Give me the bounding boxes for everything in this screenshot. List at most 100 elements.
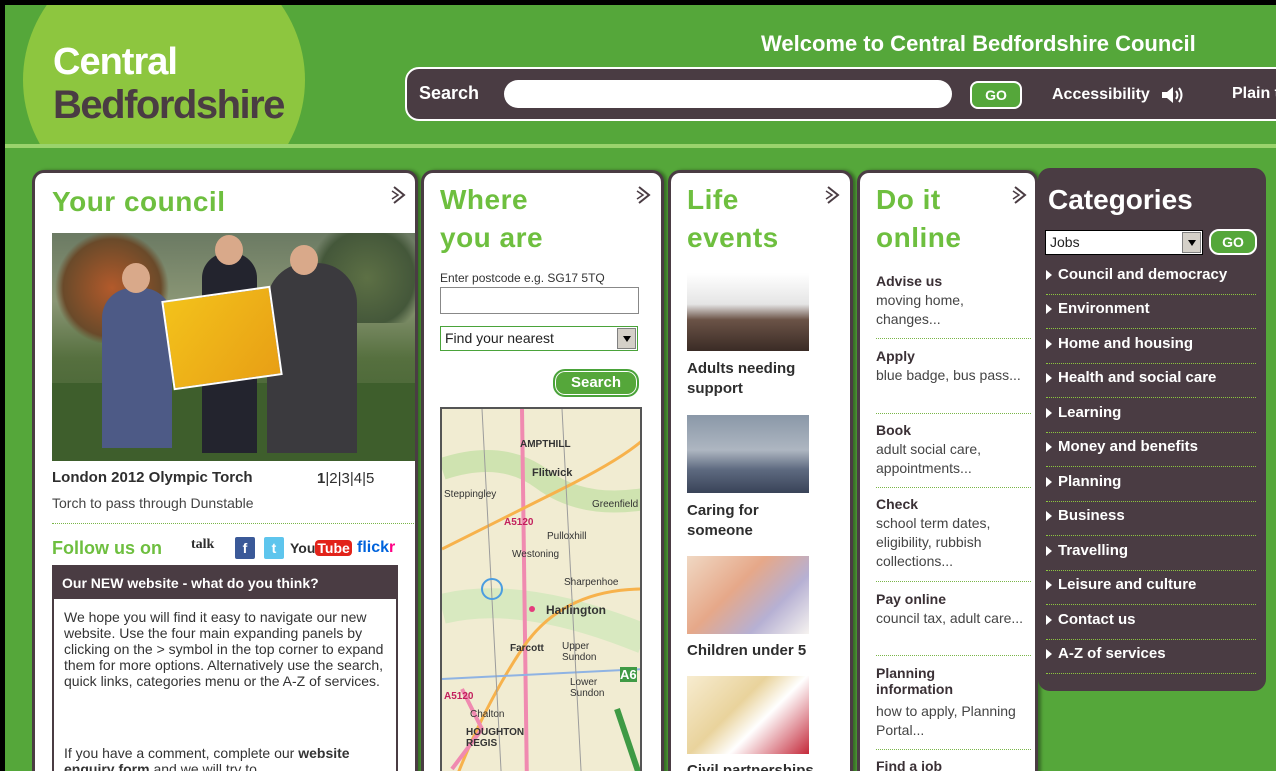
- category-a-z-of-services[interactable]: A-Z of services: [1046, 639, 1256, 674]
- caring-photo[interactable]: [687, 415, 809, 493]
- talk-icon[interactable]: talk: [191, 537, 214, 559]
- slide-pagination: 1|2|3|4|5: [317, 470, 375, 487]
- youtube-icon[interactable]: You Tube: [290, 537, 352, 559]
- panel-title-life-line2[interactable]: events: [687, 219, 779, 257]
- slide-page-5[interactable]: 5: [366, 470, 374, 487]
- panel-title-do-line2[interactable]: online: [876, 219, 961, 257]
- slide-title[interactable]: London 2012 Olympic Torch: [52, 469, 253, 486]
- panel-title-do-line1[interactable]: Do it: [876, 181, 941, 219]
- categories-panel: Categories Jobs GO Council and democracy…: [1038, 168, 1266, 691]
- youtube-tube: Tube: [315, 540, 352, 556]
- map-label: Westoning: [512, 549, 560, 560]
- do-item-advise-head[interactable]: Advise us: [876, 273, 942, 289]
- do-item-book-text: adult social care, appointments...: [876, 441, 982, 476]
- life-event-civil[interactable]: Civil partnerships: [687, 761, 814, 771]
- feedback-text: We hope you will find it easy to navigat…: [64, 609, 384, 689]
- do-item-planning-head[interactable]: Planning information: [876, 665, 986, 697]
- find-nearest-value: Find your nearest: [445, 330, 554, 346]
- logo-text-bedfordshire[interactable]: Bedfordshire: [53, 83, 285, 128]
- category-council-and-democracy[interactable]: Council and democracy: [1046, 260, 1256, 295]
- feedback-heading: Our NEW website - what do you think?: [54, 567, 396, 599]
- browser-viewport: Central Bedfordshire Welcome to Central …: [0, 0, 1276, 771]
- feedback-text-2a: If you have a comment, complete our: [64, 745, 299, 761]
- life-event-adults[interactable]: Adults needing support: [687, 359, 850, 399]
- panel-title-your-council[interactable]: Your council: [52, 183, 226, 221]
- arrow-right-icon: [1046, 339, 1052, 350]
- category-label: Leisure and culture: [1058, 576, 1197, 593]
- do-item-book-head[interactable]: Book: [876, 422, 911, 438]
- category-label: Business: [1058, 507, 1125, 524]
- category-travelling[interactable]: Travelling: [1046, 536, 1256, 571]
- divider: [876, 749, 1031, 750]
- category-label: Environment: [1058, 300, 1150, 317]
- find-nearest-select[interactable]: Find your nearest: [440, 326, 638, 351]
- expand-chevron-icon[interactable]: [391, 185, 407, 205]
- slide-page-4[interactable]: 4: [354, 470, 362, 487]
- arrow-right-icon: [1046, 408, 1052, 419]
- category-label: Health and social care: [1058, 369, 1217, 386]
- do-item-apply-head[interactable]: Apply: [876, 348, 915, 364]
- categories-select[interactable]: Jobs: [1045, 230, 1203, 255]
- civil-partnerships-photo[interactable]: [687, 676, 809, 754]
- life-event-children[interactable]: Children under 5: [687, 641, 806, 661]
- arrow-right-icon: [1046, 304, 1052, 315]
- category-learning[interactable]: Learning: [1046, 398, 1256, 433]
- do-item-pay-head[interactable]: Pay online: [876, 591, 946, 607]
- do-item-check-head[interactable]: Check: [876, 496, 918, 512]
- area-map[interactable]: AMPTHILL Flitwick Steppingley Greenfield…: [440, 407, 642, 771]
- category-leisure-and-culture[interactable]: Leisure and culture: [1046, 570, 1256, 605]
- expand-chevron-icon[interactable]: [1012, 185, 1028, 205]
- twitter-icon[interactable]: t: [264, 537, 284, 559]
- arrow-right-icon: [1046, 615, 1052, 626]
- category-money-and-benefits[interactable]: Money and benefits: [1046, 432, 1256, 467]
- youtube-you: You: [290, 540, 316, 556]
- category-contact-us[interactable]: Contact us: [1046, 605, 1256, 640]
- arrow-right-icon: [1046, 477, 1052, 488]
- category-business[interactable]: Business: [1046, 501, 1256, 536]
- map-label: Pulloxhill: [547, 531, 587, 542]
- category-label: Travelling: [1058, 542, 1129, 559]
- map-label: Lower Sundon: [570, 677, 605, 699]
- category-planning[interactable]: Planning: [1046, 467, 1256, 502]
- flickr-icon[interactable]: flickr: [357, 537, 395, 559]
- map-label: Greenfield: [592, 499, 639, 510]
- category-label: Money and benefits: [1058, 438, 1199, 455]
- children-photo[interactable]: [687, 556, 809, 634]
- category-home-and-housing[interactable]: Home and housing: [1046, 329, 1256, 364]
- divider: [52, 523, 414, 524]
- map-label: Harlington: [546, 603, 606, 617]
- category-environment[interactable]: Environment: [1046, 294, 1256, 329]
- panel-title-life-line1[interactable]: Life: [687, 181, 739, 219]
- do-item-job-head[interactable]: Find a job: [876, 758, 942, 771]
- panel-title-where-line1[interactable]: Where: [440, 181, 528, 219]
- search-go-button[interactable]: GO: [970, 81, 1022, 109]
- panel-title-where-line2[interactable]: you are: [440, 219, 543, 257]
- arrow-right-icon: [1046, 511, 1052, 522]
- slide-subtitle: Torch to pass through Dunstable: [52, 495, 254, 511]
- accessibility-link[interactable]: Accessibility: [1052, 85, 1186, 105]
- postcode-input[interactable]: [440, 287, 639, 314]
- expand-chevron-icon[interactable]: [636, 185, 652, 205]
- divider: [876, 655, 1031, 656]
- categories-go-button[interactable]: GO: [1209, 229, 1257, 255]
- search-bar: Search GO Accessibility Plain t: [405, 67, 1276, 121]
- divider: [876, 581, 1031, 582]
- arrow-right-icon: [1046, 442, 1052, 453]
- olympic-torch-photo[interactable]: [52, 233, 415, 461]
- category-label: Council and democracy: [1058, 266, 1228, 283]
- facebook-icon[interactable]: f: [235, 537, 255, 559]
- postcode-search-button[interactable]: Search: [553, 369, 639, 397]
- expand-chevron-icon[interactable]: [825, 185, 841, 205]
- plain-text-link[interactable]: Plain t: [1232, 85, 1276, 103]
- site-search-input[interactable]: [504, 80, 952, 108]
- slide-page-2[interactable]: 2: [329, 470, 337, 487]
- categories-title: Categories: [1048, 184, 1193, 215]
- arrow-right-icon: [1046, 649, 1052, 660]
- life-event-caring[interactable]: Caring for someone: [687, 501, 807, 541]
- category-health-and-social-care[interactable]: Health and social care: [1046, 363, 1256, 398]
- slide-page-3[interactable]: 3: [342, 470, 350, 487]
- adults-photo[interactable]: [687, 273, 809, 351]
- map-label: Upper Sundon: [562, 641, 597, 663]
- logo-text-central[interactable]: Central: [53, 41, 178, 84]
- slide-page-1[interactable]: 1: [317, 470, 325, 487]
